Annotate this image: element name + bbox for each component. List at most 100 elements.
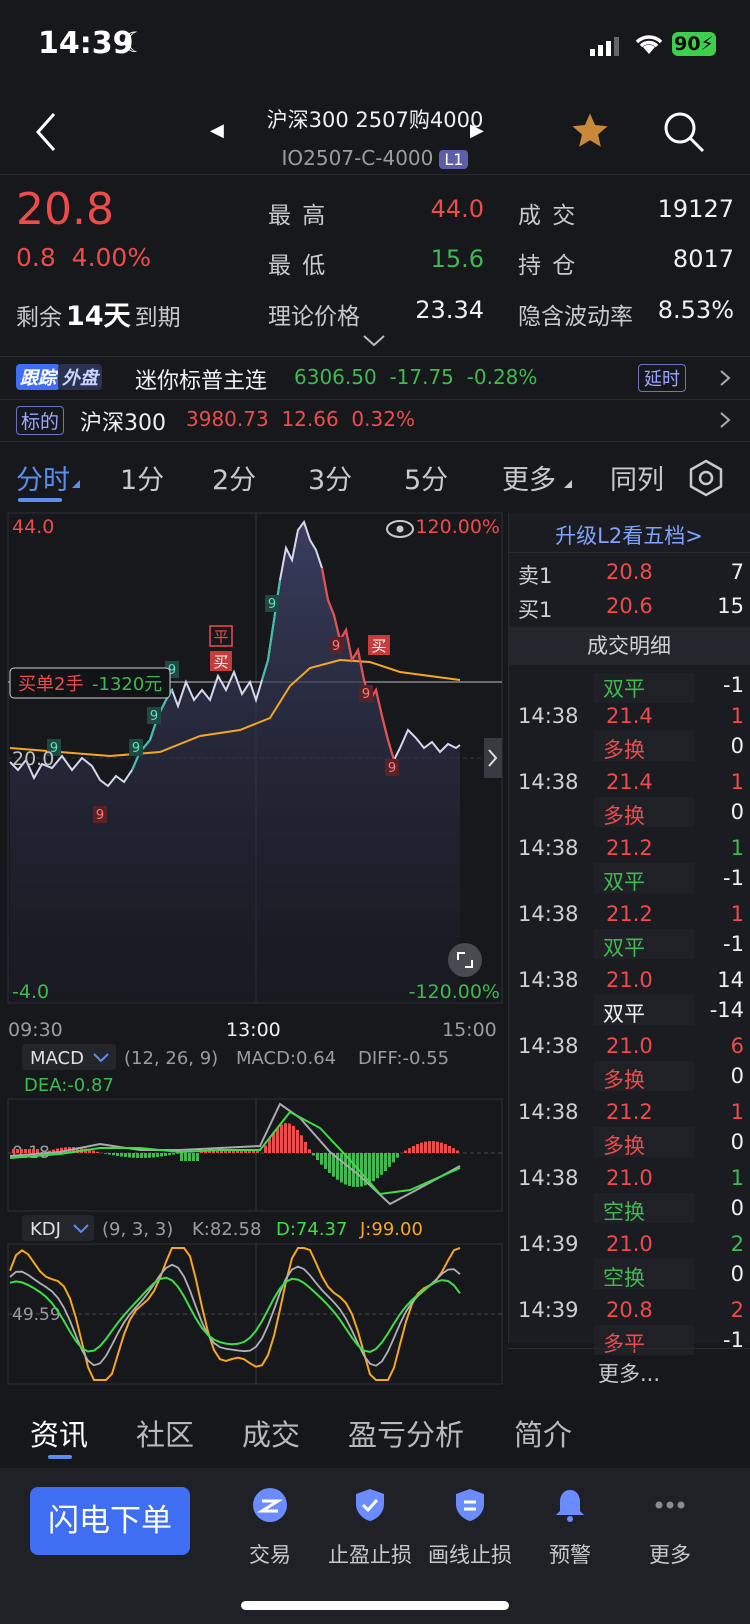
tab-same-series[interactable]: 同列 [610, 458, 664, 497]
trade-oi: 0 [730, 734, 744, 758]
macd-bar [92, 1150, 95, 1153]
macd-bar [128, 1153, 131, 1158]
more-trades-link[interactable]: 更多... [508, 1358, 750, 1388]
ask-label: 卖1 [518, 564, 553, 588]
trade-type: 多换 [603, 1068, 645, 1092]
macd-bar [96, 1151, 99, 1153]
diff-value: DIFF:-0.55 [358, 1048, 449, 1069]
macd-bar [108, 1153, 111, 1155]
tab-2min[interactable]: 2分 [212, 458, 256, 497]
next-contract-arrow[interactable]: ▶ [470, 120, 484, 141]
trade-price: 21.0 [606, 1034, 653, 1058]
macd-bar [412, 1145, 415, 1153]
dropdown-corner-icon [72, 480, 80, 488]
tab-news[interactable]: 资讯 [30, 1412, 88, 1454]
macd-bar [296, 1129, 299, 1153]
time-label-close: 15:00 [442, 1019, 497, 1041]
macd-bar [292, 1125, 295, 1153]
underlying-tag: 标的 [16, 406, 65, 435]
trade-time: 14:39 [518, 1298, 579, 1322]
trade-type: 双平 [603, 936, 645, 960]
macd-bar [136, 1153, 139, 1158]
alert-button[interactable]: 预警 [520, 1487, 620, 1569]
bell-icon [556, 1490, 584, 1522]
pct-max-label: 120.00% [415, 516, 500, 538]
line-stop-loss-button[interactable]: 画线止损 [420, 1487, 520, 1569]
macd-bar [404, 1150, 407, 1153]
expand-chevron-icon[interactable] [362, 334, 386, 348]
macd-bar [408, 1148, 411, 1153]
macd-bar [444, 1144, 447, 1153]
y-min-label: -4.0 [12, 981, 49, 1003]
panel-toggle-button [484, 738, 502, 778]
flash-order-button[interactable]: 闪电下单 [30, 1487, 190, 1555]
tab-3min[interactable]: 3分 [308, 458, 352, 497]
line-stop-loss-label: 画线止损 [428, 1543, 512, 1567]
more-button[interactable]: 更多 [620, 1487, 720, 1569]
macd-bar [116, 1153, 119, 1156]
divider [0, 174, 750, 175]
tab-trades[interactable]: 成交 [242, 1412, 300, 1454]
tab-pnl-analysis[interactable]: 盈亏分析 [348, 1412, 464, 1454]
trade-time: 14:38 [518, 968, 579, 992]
trade-volume: 1 [730, 704, 744, 728]
high-value: 44.0 [430, 195, 484, 223]
tab-community[interactable]: 社区 [136, 1412, 194, 1454]
shield-lines-icon [456, 1489, 484, 1521]
k-value: K:82.58 [192, 1219, 261, 1240]
price-change: 0.8 4.00% [16, 243, 152, 272]
search-icon[interactable] [662, 110, 706, 154]
macd-name: MACD [30, 1048, 84, 1069]
trade-type: 多换 [603, 1134, 645, 1158]
upgrade-l2-link[interactable]: 升级L2看五档> [508, 520, 750, 550]
wifi-icon [635, 35, 663, 54]
tab-5min[interactable]: 5分 [404, 458, 448, 497]
chevron-right-icon[interactable] [718, 368, 732, 388]
tab-profile[interactable]: 简介 [514, 1412, 572, 1454]
trade-time: 14:39 [518, 1232, 579, 1256]
chevron-right-icon[interactable] [718, 410, 732, 430]
intraday-chart[interactable]: 9 99999999 44.0 -4.0 20.0 120.00% -120.00… [0, 500, 508, 1400]
trade-price: 21.4 [606, 704, 653, 728]
star-icon[interactable] [568, 110, 612, 152]
tab-intraday[interactable]: 分时 [16, 458, 70, 497]
tab-1min[interactable]: 1分 [120, 458, 164, 497]
macd-bar [284, 1123, 287, 1153]
tab-more[interactable]: 更多 [502, 458, 556, 497]
trade-type: 空换 [603, 1200, 645, 1224]
settings-hexagon-icon[interactable] [686, 458, 726, 498]
macd-bar [392, 1153, 395, 1163]
trade-detail-header: 成交明细 [508, 627, 750, 665]
macd-bar [192, 1153, 195, 1161]
macd-bar [312, 1153, 315, 1156]
macd-bar [380, 1153, 383, 1175]
trade-oi: 0 [730, 1064, 744, 1088]
macd-bar [436, 1141, 439, 1153]
macd-bar [320, 1153, 323, 1165]
expiry-info: 剩余 14天 到期 [16, 301, 181, 332]
macd-bar [24, 1149, 27, 1153]
flat-signal-text: 平 [213, 628, 228, 646]
macd-bar [188, 1153, 191, 1161]
macd-bar [104, 1153, 107, 1154]
macd-bar [264, 1145, 267, 1153]
macd-bar [184, 1153, 187, 1161]
macd-bar [172, 1153, 175, 1155]
trade-price: 21.2 [606, 836, 653, 860]
active-tab-indicator [48, 1455, 72, 1459]
macd-bar [456, 1150, 459, 1153]
td-signal-text: 9 [96, 808, 104, 823]
macd-bar [416, 1144, 419, 1153]
trade-button[interactable]: 交易 [220, 1487, 320, 1569]
macd-bar [152, 1153, 155, 1158]
trade-type: 双平 [603, 1002, 645, 1026]
trade-time: 14:38 [518, 836, 579, 860]
trade-label: 交易 [249, 1543, 291, 1567]
take-profit-stop-loss-button[interactable]: 止盈止损 [320, 1487, 420, 1569]
j-value: J:99.00 [359, 1219, 423, 1240]
back-arrow-icon[interactable] [28, 108, 68, 156]
trade-icon [253, 1488, 287, 1522]
trade-time: 14:38 [518, 1100, 579, 1124]
macd-bar [148, 1153, 151, 1158]
divider [508, 552, 750, 553]
